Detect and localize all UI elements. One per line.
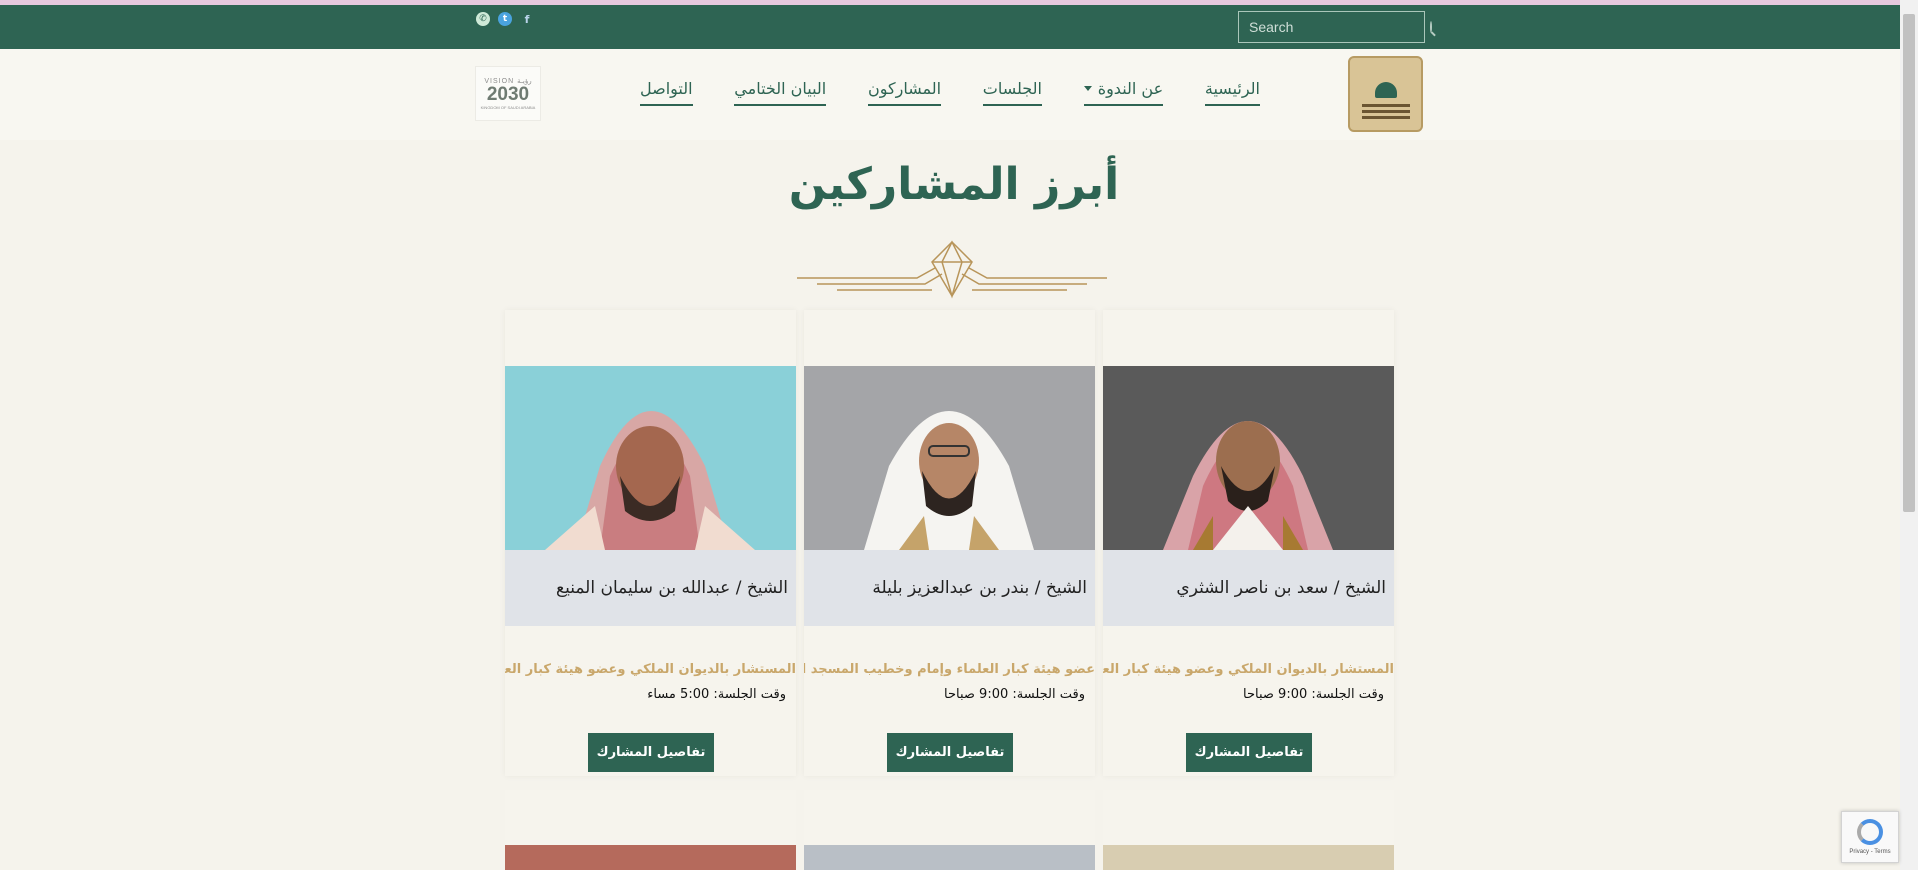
nav-item-sessions[interactable]: الجلسات (982, 79, 1042, 106)
participant-photo (505, 845, 796, 870)
main-navbar: VISION رؤيـة 2030 KINGDOM OF SAUDI ARABI… (0, 49, 1900, 140)
nav-item-participants[interactable]: المشاركون (867, 79, 942, 106)
main-nav: الرئيسية عن الندوة الجلسات المشاركون الب… (640, 79, 1260, 106)
scrollbar-thumb[interactable] (1903, 14, 1915, 512)
participant-card (1103, 790, 1394, 870)
twitter-icon[interactable]: t (498, 12, 512, 26)
divider-ornament (797, 240, 1107, 299)
session-time: وقت الجلسة: 5:00 مساء (647, 687, 786, 702)
scrollbar[interactable] (1900, 0, 1918, 870)
recaptcha-text[interactable]: Privacy - Terms (1849, 849, 1890, 855)
chevron-down-icon (1083, 86, 1092, 91)
participant-card (505, 790, 796, 870)
nav-item-about-label: عن الندوة (1097, 79, 1164, 98)
participant-card: الشيخ / عبدالله بن سليمان المنيع المستشا… (505, 310, 796, 776)
search-icon[interactable] (1430, 21, 1432, 33)
nav-item-home[interactable]: الرئيسية (1204, 79, 1260, 106)
participant-role: المستشار بالديوان الملكي وعضو هيئة كبار … (505, 662, 796, 677)
recaptcha-badge[interactable]: Privacy - Terms (1841, 811, 1899, 863)
participant-name: الشيخ / عبدالله بن سليمان المنيع (505, 550, 796, 626)
participant-role: عضو هيئة كبار العلماء وإمام وخطيب المسجد… (804, 662, 1095, 677)
recaptcha-icon (1857, 819, 1883, 845)
participant-photo (1103, 366, 1394, 550)
participant-card (804, 790, 1095, 870)
participant-card: الشيخ / سعد بن ناصر الشثري المستشار بالد… (1103, 310, 1394, 776)
social-links: ✆ t f (476, 12, 534, 26)
vision-2030-logo: VISION رؤيـة 2030 KINGDOM OF SAUDI ARABI… (475, 66, 541, 121)
facebook-icon[interactable]: f (520, 12, 534, 26)
participant-details-button[interactable]: تفاصيل المشارك (887, 733, 1013, 772)
mosque-dome-icon (1374, 81, 1397, 98)
session-time: وقت الجلسة: 9:00 صباحا (943, 687, 1085, 702)
search-box (1238, 11, 1432, 43)
top-bar: ✆ t f (0, 5, 1900, 49)
participant-name: الشيخ / سعد بن ناصر الشثري (1103, 550, 1394, 626)
participant-photo (804, 845, 1095, 870)
nav-item-contact[interactable]: التواصل (640, 79, 693, 106)
site-logo[interactable] (1348, 56, 1423, 132)
nav-item-final-statement[interactable]: البيان الختامي (734, 79, 827, 106)
participant-role: المستشار بالديوان الملكي وعضو هيئة كبار … (1103, 662, 1394, 677)
section-title: أبرز المشاركين (788, 159, 1120, 210)
participant-photo (505, 366, 796, 550)
whatsapp-icon[interactable]: ✆ (476, 12, 490, 26)
nav-item-about[interactable]: عن الندوة (1083, 79, 1164, 106)
search-input[interactable] (1249, 19, 1430, 35)
participant-photo (1103, 845, 1394, 870)
participant-card: الشيخ / بندر بن عبدالعزيز بليلة عضو هيئة… (804, 310, 1095, 776)
session-time: وقت الجلسة: 9:00 صباحا (1242, 687, 1384, 702)
participant-details-button[interactable]: تفاصيل المشارك (1186, 733, 1312, 772)
participant-details-button[interactable]: تفاصيل المشارك (588, 733, 714, 772)
participant-name: الشيخ / بندر بن عبدالعزيز بليلة (804, 550, 1095, 626)
participant-photo (804, 366, 1095, 550)
